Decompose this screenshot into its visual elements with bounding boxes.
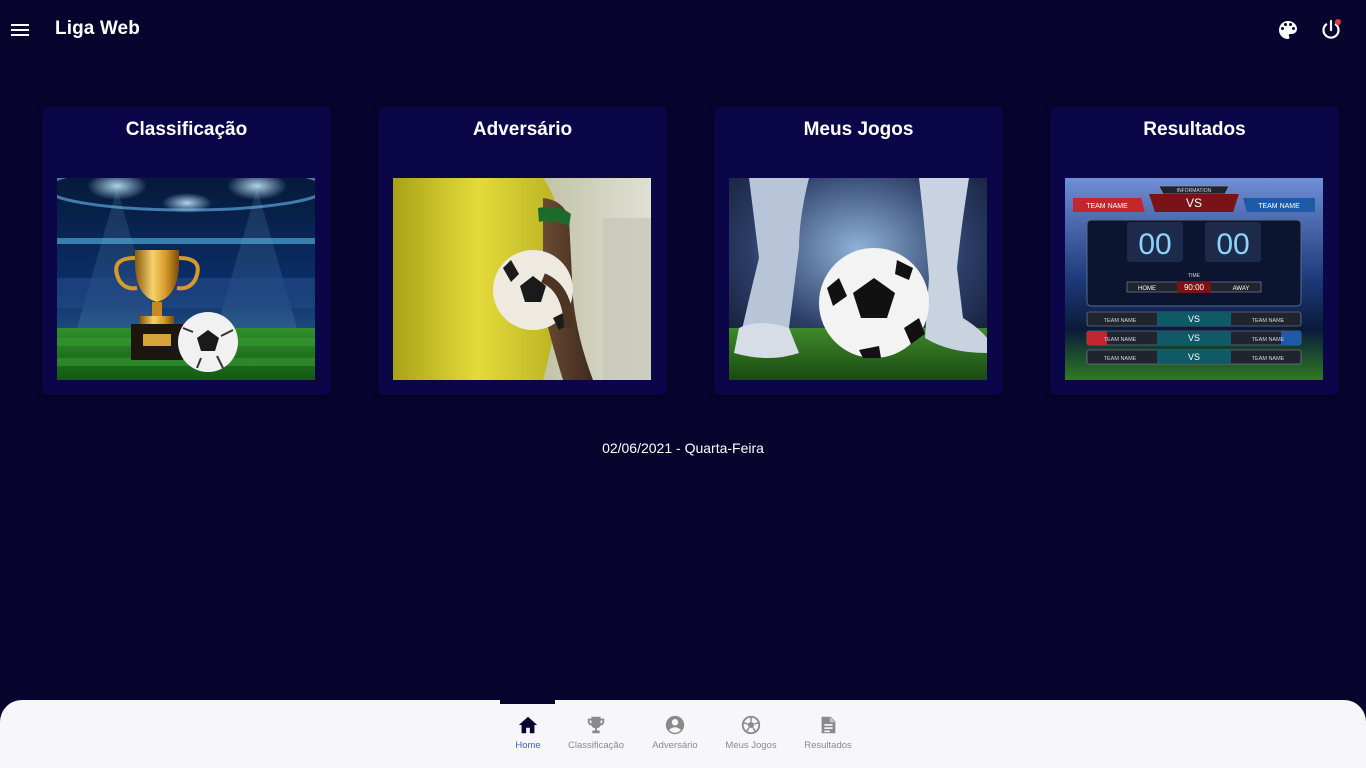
nav-item-resultados[interactable]: Resultados [790, 714, 866, 760]
document-icon [821, 716, 836, 734]
scoreboard-time: 90:00 [1184, 283, 1205, 292]
svg-text:TEAM NAME: TEAM NAME [1252, 318, 1285, 324]
card-classificacao[interactable]: Classificação [42, 107, 331, 395]
svg-text:VS: VS [1188, 314, 1200, 324]
nav-item-classificacao[interactable]: Classificação [558, 714, 634, 760]
nav-item-meus-jogos[interactable]: Meus Jogos [713, 714, 789, 760]
scoreboard-time-label: TIME [1188, 273, 1201, 279]
svg-text:VS: VS [1188, 352, 1200, 362]
bottom-navigation: Home Classificação Adversário Meus Jogos… [0, 700, 1366, 768]
card-resultados[interactable]: Resultados INFORMATION TEAM NAME VS TEAM… [1050, 107, 1339, 395]
feature-cards: Classificação Adversário Meus Jogos Resu… [0, 107, 1366, 397]
app-title: Liga Web [55, 18, 140, 39]
active-tab-indicator [500, 700, 555, 704]
current-date: 02/06/2021 - Quarta-Feira [602, 440, 764, 456]
kicking-ball-image [729, 178, 987, 380]
card-adversario[interactable]: Adversário [378, 107, 667, 395]
card-meus-jogos[interactable]: Meus Jogos [714, 107, 1003, 395]
home-icon [518, 716, 538, 734]
nav-item-label: Home [515, 740, 541, 751]
scoreboard-score-home: 00 [1138, 228, 1171, 261]
svg-text:TEAM NAME: TEAM NAME [1252, 337, 1285, 343]
scoreboard-home-label: HOME [1138, 286, 1156, 292]
trophy-stadium-image [57, 178, 315, 380]
soccer-ball-icon [741, 715, 761, 735]
svg-text:TEAM NAME: TEAM NAME [1104, 356, 1137, 362]
card-title: Meus Jogos [803, 119, 914, 140]
svg-text:TEAM NAME: TEAM NAME [1252, 356, 1285, 362]
top-app-bar: Liga Web [0, 0, 1366, 60]
nav-item-label: Adversário [652, 740, 698, 751]
player-with-ball-image [393, 178, 651, 380]
card-title: Resultados [1143, 119, 1246, 140]
card-title: Adversário [472, 119, 573, 140]
power-icon[interactable] [1319, 18, 1343, 42]
scoreboard-vs: VS [1186, 196, 1202, 210]
palette-icon[interactable] [1276, 18, 1300, 42]
scoreboard-info: INFORMATION [1177, 188, 1212, 194]
scoreboard-team-home: TEAM NAME [1086, 203, 1128, 210]
scoreboard-score-away: 00 [1216, 228, 1249, 261]
svg-text:VS: VS [1188, 333, 1200, 343]
account-icon [665, 715, 685, 735]
nav-item-adversario[interactable]: Adversário [637, 714, 713, 760]
svg-text:TEAM NAME: TEAM NAME [1104, 318, 1137, 324]
scoreboard-away-label: AWAY [1233, 286, 1250, 292]
scoreboard-image: INFORMATION TEAM NAME VS TEAM NAME 00 00… [1065, 178, 1323, 380]
nav-item-home[interactable]: Home [490, 714, 566, 760]
nav-item-label: Classificação [568, 740, 624, 751]
nav-item-label: Meus Jogos [725, 740, 777, 751]
scoreboard-team-away: TEAM NAME [1258, 203, 1300, 210]
card-title: Classificação [125, 119, 248, 140]
trophy-icon [587, 716, 605, 734]
menu-icon[interactable] [8, 18, 32, 42]
nav-item-label: Resultados [804, 740, 852, 751]
svg-text:TEAM NAME: TEAM NAME [1104, 337, 1137, 343]
